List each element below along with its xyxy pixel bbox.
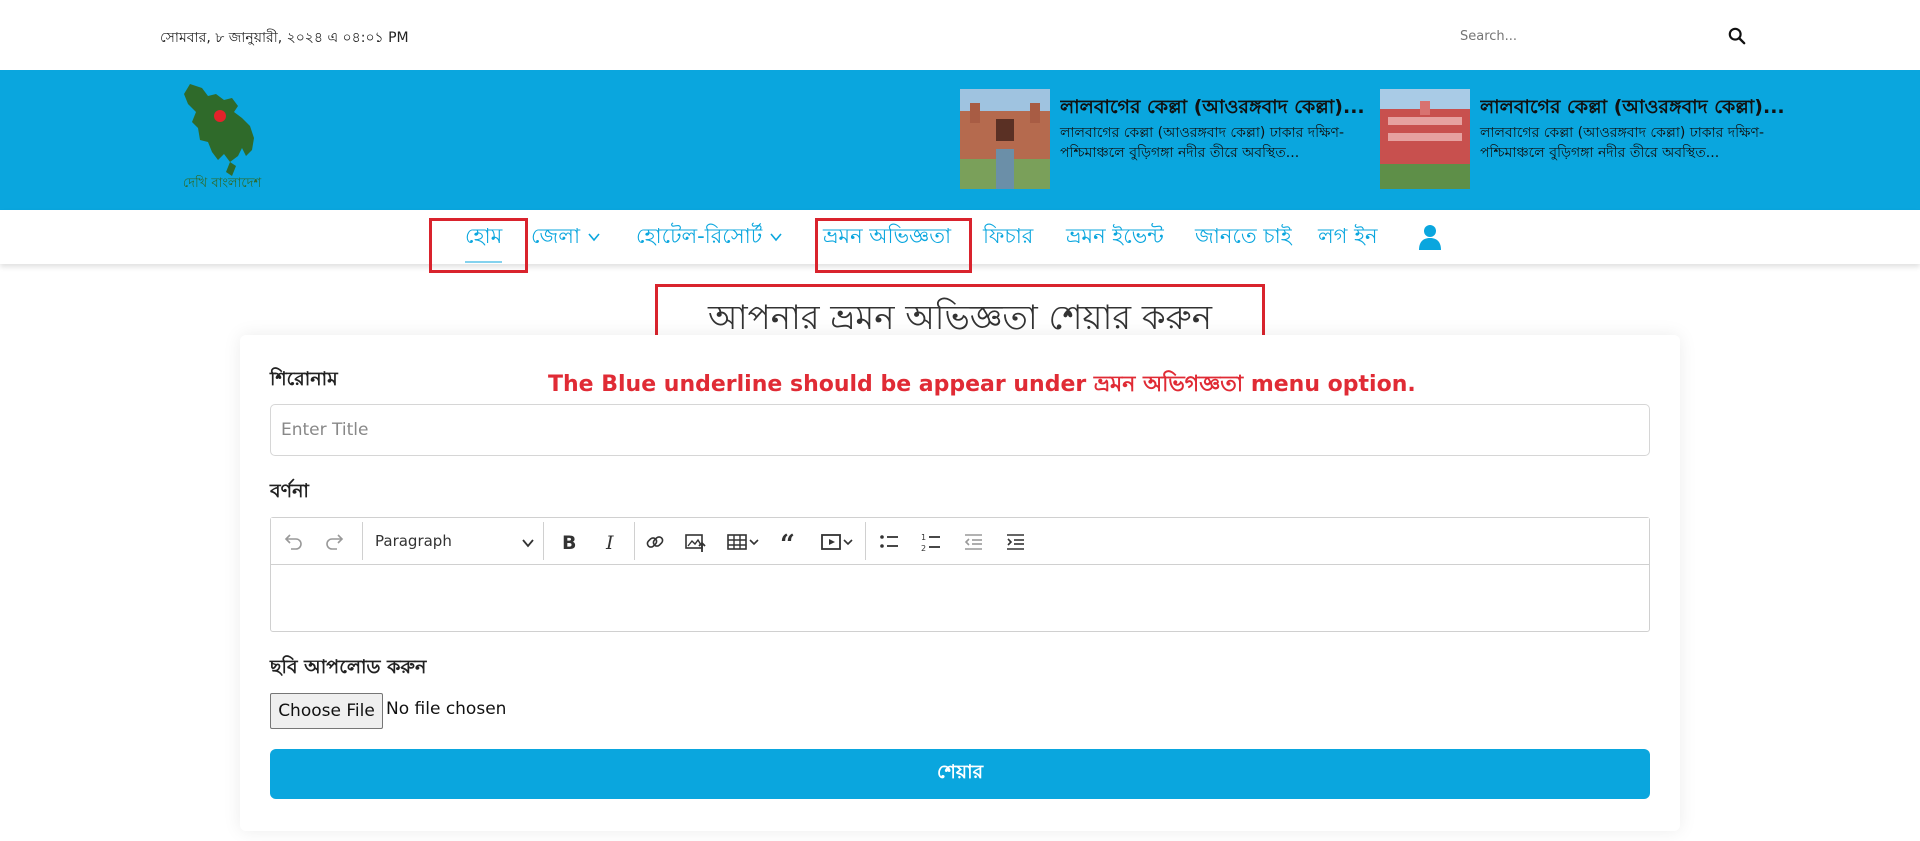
file-status: No file chosen — [386, 699, 507, 719]
nav-item-district[interactable]: জেলা — [531, 220, 600, 255]
outdent-icon — [964, 534, 982, 550]
toolbar-divider — [634, 522, 635, 560]
share-submit-button[interactable]: শেয়ার — [270, 749, 1650, 799]
news-title: লালবাগের কেল্লা (আওরঙ্গবাদ কেল্লা)... — [1060, 96, 1365, 118]
toolbar-divider — [543, 522, 544, 560]
header-banner: দেখি বাংলাদেশ লালবাগের কেল্লা (আওরঙ্গবাদ… — [0, 70, 1920, 210]
search-input[interactable] — [1440, 22, 1690, 50]
bold-button[interactable]: B — [555, 528, 583, 556]
bullet-list-icon — [880, 535, 898, 548]
indent-button[interactable] — [1001, 528, 1029, 556]
redo-icon — [326, 534, 344, 550]
numbered-list-button[interactable]: 12 — [917, 528, 945, 556]
rich-text-editor: Paragraph B I “ 1 2 — [270, 517, 1650, 632]
title-input[interactable] — [270, 404, 1650, 456]
chevron-down-icon — [843, 539, 853, 546]
italic-button[interactable]: I — [597, 528, 625, 556]
nav-item-faq[interactable]: জানতে চাই — [1195, 220, 1292, 255]
share-experience-form: শিরোনাম The Blue underline should be app… — [240, 335, 1680, 831]
numbered-list-icon: 12 — [921, 533, 940, 553]
news-title: লালবাগের কেল্লা (আওরঙ্গবাদ কেল্লা)... — [1480, 96, 1785, 118]
heading-select[interactable]: Paragraph — [375, 532, 535, 552]
annotation-box-home — [429, 218, 528, 273]
svg-text:B: B — [562, 532, 576, 553]
annotation-box-travel-experience — [815, 218, 972, 273]
site-logo[interactable]: দেখি বাংলাদেশ — [172, 82, 272, 197]
svg-text:1: 1 — [921, 533, 926, 542]
nav-item-login[interactable]: লগ ইন — [1318, 220, 1378, 255]
insert-table-button[interactable] — [721, 528, 765, 556]
nav-label: হোটেল-রিসোর্ট — [636, 224, 763, 248]
choose-file-button[interactable]: Choose File — [270, 693, 383, 729]
search-icon[interactable] — [1728, 27, 1746, 45]
nav-item-hotel-resort[interactable]: হোটেল-রিসোর্ট — [636, 220, 782, 255]
nav-item-feature[interactable]: ফিচার — [983, 220, 1033, 255]
undo-icon — [284, 534, 302, 550]
insert-media-button[interactable] — [815, 528, 859, 556]
nav-label: লগ ইন — [1318, 224, 1378, 248]
user-icon[interactable] — [1418, 224, 1442, 250]
outdent-button[interactable] — [959, 528, 987, 556]
news-description: লালবাগের কেল্লা (আওরঙ্গবাদ কেল্লা) ঢাকার… — [1060, 125, 1345, 161]
top-bar: সোমবার, ৮ জানুয়ারী, ২০২৪ এ ০৪:০১ PM — [0, 0, 1920, 70]
annotation-note: The Blue underline should be appear unde… — [548, 372, 1416, 397]
undo-button[interactable] — [279, 528, 307, 556]
indent-icon — [1007, 534, 1024, 550]
link-icon — [646, 536, 664, 548]
news-thumbnail — [1380, 89, 1470, 189]
news-thumbnail — [960, 89, 1050, 189]
editor-content-area[interactable] — [271, 566, 1649, 632]
nav-item-travel-event[interactable]: ভ্রমন ইভেন্ট — [1066, 220, 1164, 255]
news-card[interactable]: লালবাগের কেল্লা (আওরঙ্গবাদ কেল্লা)... লা… — [960, 89, 1380, 189]
nav-label: ভ্রমন ইভেন্ট — [1066, 224, 1164, 248]
toolbar-divider — [362, 522, 363, 560]
svg-text:I: I — [605, 532, 614, 553]
chevron-down-icon — [522, 539, 534, 548]
current-date: সোমবার, ৮ জানুয়ারী, ২০২৪ এ ০৪:০১ PM — [160, 30, 409, 46]
nav-label: ফিচার — [983, 224, 1034, 248]
chevron-down-icon — [749, 539, 759, 546]
news-description: লালবাগের কেল্লা (আওরঙ্গবাদ কেল্লা) ঢাকার… — [1480, 125, 1765, 161]
news-card[interactable]: লালবাগের কেল্লা (আওরঙ্গবাদ কেল্লা)... লা… — [1380, 89, 1800, 189]
toolbar-divider — [865, 522, 866, 560]
link-button[interactable] — [641, 528, 669, 556]
image-upload-icon — [685, 534, 706, 552]
heading-select-value: Paragraph — [375, 532, 452, 550]
logo-text: দেখি বাংলাদেশ — [182, 176, 262, 191]
search-box — [1440, 22, 1760, 50]
chevron-down-icon — [770, 233, 782, 242]
quote-icon: “ — [780, 531, 795, 553]
insert-image-button[interactable] — [681, 528, 709, 556]
upload-label: ছবি আপলোড করুন — [270, 656, 427, 678]
bangladesh-map-icon — [184, 84, 254, 176]
media-icon — [821, 534, 841, 550]
svg-text:“: “ — [780, 531, 795, 553]
blockquote-button[interactable]: “ — [775, 528, 803, 556]
bold-icon: B — [562, 532, 576, 553]
nav-label: জানতে চাই — [1195, 224, 1292, 248]
editor-toolbar: Paragraph B I “ 1 2 — [271, 518, 1649, 565]
nav-label: জেলা — [531, 224, 581, 248]
italic-icon: I — [605, 532, 614, 553]
svg-text:2: 2 — [921, 544, 926, 553]
table-icon — [727, 534, 747, 550]
description-label: বর্ণনা — [270, 480, 309, 502]
bulleted-list-button[interactable] — [875, 528, 903, 556]
chevron-down-icon — [588, 233, 600, 242]
redo-button[interactable] — [321, 528, 349, 556]
title-label: শিরোনাম — [270, 368, 338, 390]
